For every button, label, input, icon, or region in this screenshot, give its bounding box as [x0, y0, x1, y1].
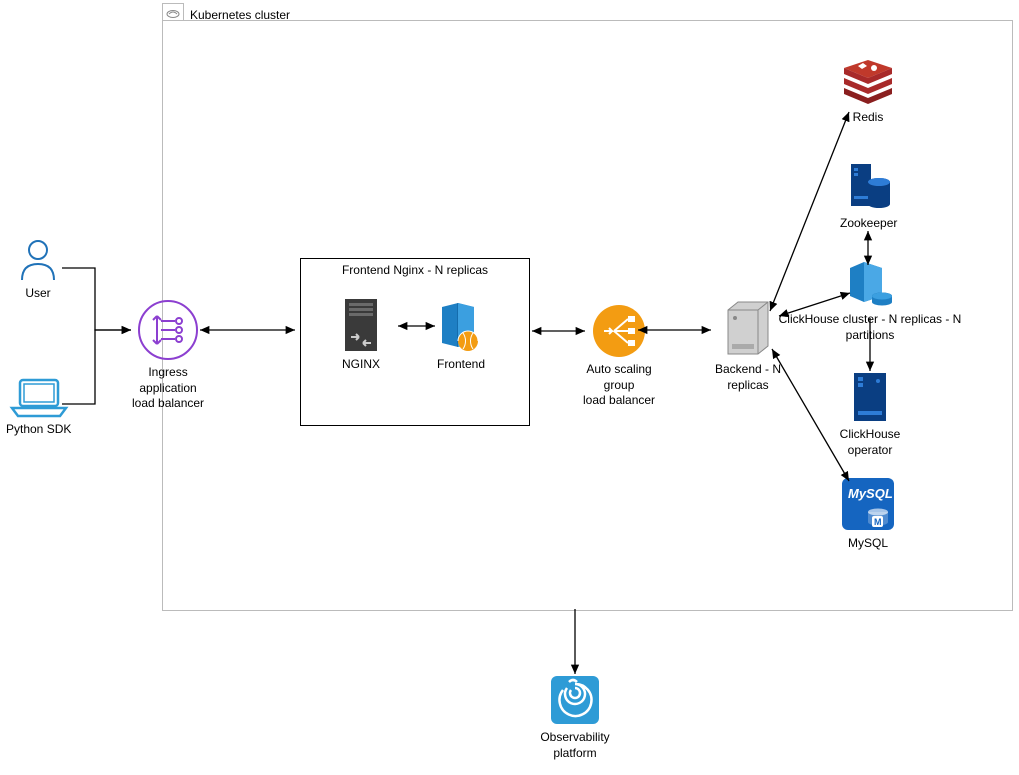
edge-backend-redis — [770, 112, 849, 311]
edge-backend-clickhouse — [779, 293, 850, 316]
edge-user-ingress — [62, 268, 131, 330]
edge-backend-mysql — [772, 349, 849, 481]
edge-sdk-ingress — [62, 330, 131, 404]
edges-layer — [0, 0, 1019, 775]
